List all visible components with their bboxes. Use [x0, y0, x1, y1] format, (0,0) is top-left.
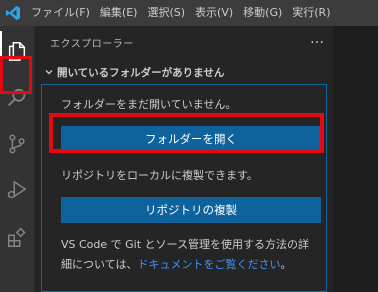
activity-source-control[interactable]	[0, 124, 34, 164]
documentation-link[interactable]: ドキュメントをご覧ください	[137, 258, 280, 271]
run-debug-icon	[7, 180, 27, 199]
chevron-down-icon	[41, 62, 57, 82]
extensions-icon	[8, 227, 26, 247]
activity-run-debug[interactable]	[0, 170, 34, 210]
no-folder-section-header[interactable]: 開いているフォルダーがありません	[35, 62, 333, 82]
git-help-suffix: 。	[280, 258, 292, 271]
explorer-sidebar: エクスプローラー … 開いているフォルダーがありません フォルダーをまだ開いてい…	[35, 26, 333, 292]
sidebar-title: エクスプローラー	[50, 39, 134, 50]
menu-selection[interactable]: 選択(S)	[142, 0, 190, 26]
editor-area	[333, 26, 378, 292]
menu-edit[interactable]: 編集(E)	[95, 0, 143, 26]
activity-bar	[0, 26, 34, 292]
git-help-text-line1: VS Code で Git とソース管理を使用する方法の詳	[61, 238, 309, 251]
clone-repository-button[interactable]: リポジトリの複製	[61, 197, 321, 223]
section-title: 開いているフォルダーがありません	[57, 66, 225, 79]
highlight-box-open-folder	[49, 113, 324, 153]
no-folder-text: フォルダーをまだ開いていません。	[61, 98, 237, 111]
menu-bar: ファイル(F) 編集(E) 選択(S) 表示(V) 移動(G) 実行(R)	[26, 0, 336, 26]
menu-go[interactable]: 移動(G)	[238, 0, 287, 26]
highlight-box-explorer	[0, 56, 32, 94]
git-help-text-line2: 細については、ドキュメントをご覧ください。	[61, 256, 291, 272]
title-bar: ファイル(F) 編集(E) 選択(S) 表示(V) 移動(G) 実行(R)	[0, 0, 378, 26]
activity-extensions[interactable]	[0, 218, 34, 258]
menu-file[interactable]: ファイル(F)	[26, 0, 95, 26]
git-help-prefix: 細については、	[61, 258, 138, 271]
menu-run[interactable]: 実行(R)	[287, 0, 335, 26]
clone-text: リポジトリをローカルに複製できます。	[61, 169, 258, 182]
source-control-icon	[9, 134, 25, 154]
menu-view[interactable]: 表示(V)	[190, 0, 238, 26]
vscode-logo-icon	[0, 0, 26, 26]
more-actions-icon[interactable]: …	[310, 32, 325, 46]
